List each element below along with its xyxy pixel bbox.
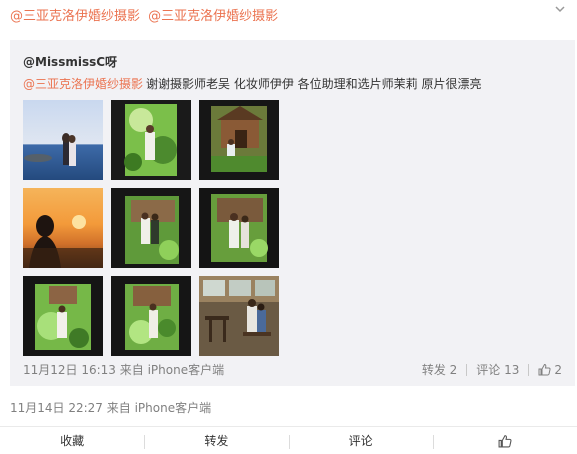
quoted-comment-button[interactable]: 评论 13 bbox=[476, 361, 519, 378]
photo-grid bbox=[23, 100, 279, 356]
thumbs-up-icon bbox=[498, 434, 512, 448]
photo-cafe-couple[interactable] bbox=[199, 276, 279, 356]
photo-green-screen-2[interactable] bbox=[111, 188, 191, 268]
photo-green-screen-3[interactable] bbox=[199, 188, 279, 268]
repost-chain: @三亚克洛伊婚纱摄影 @三亚克洛伊婚纱摄影 bbox=[10, 5, 282, 24]
quoted-like-count: 2 bbox=[554, 362, 562, 377]
photo-sunset-silhouette[interactable] bbox=[23, 188, 103, 268]
quoted-mention-link[interactable]: @三亚克洛伊婚纱摄影 bbox=[23, 77, 143, 91]
photo-wooden-house[interactable] bbox=[199, 100, 279, 180]
favorite-button[interactable]: 收藏 bbox=[0, 427, 144, 454]
photo-green-screen-5[interactable] bbox=[111, 276, 191, 356]
quoted-post-body: 谢谢摄影师老吴 化妆师伊伊 各位助理和选片师茉莉 原片很漂亮 bbox=[146, 77, 482, 91]
photo-green-screen-1[interactable] bbox=[111, 100, 191, 180]
quoted-repost-button[interactable]: 转发 2 bbox=[422, 361, 457, 378]
photo-beach-couple[interactable] bbox=[23, 100, 103, 180]
quoted-author-link[interactable]: @MissmissC呀 bbox=[23, 53, 117, 70]
divider bbox=[466, 363, 468, 376]
quoted-post-text: @三亚克洛伊婚纱摄影 谢谢摄影师老吴 化妆师伊伊 各位助理和选片师茉莉 原片很漂亮 bbox=[23, 75, 481, 92]
quoted-like-button[interactable]: 2 bbox=[538, 363, 562, 377]
post-action-bar: 收藏 转发 评论 bbox=[0, 426, 577, 454]
comment-button[interactable]: 评论 bbox=[288, 427, 433, 454]
repost-mention-link-2[interactable]: @三亚克洛伊婚纱摄影 bbox=[148, 9, 278, 24]
quoted-post: @MissmissC呀 @三亚克洛伊婚纱摄影 谢谢摄影师老吴 化妆师伊伊 各位助理… bbox=[10, 40, 575, 386]
quoted-post-timestamp[interactable]: 11月12日 16:13 来自 iPhone客户端 bbox=[23, 361, 224, 378]
divider bbox=[528, 363, 530, 376]
photo-green-screen-4[interactable] bbox=[23, 276, 103, 356]
chevron-down-icon[interactable] bbox=[553, 2, 567, 16]
like-button[interactable] bbox=[432, 427, 577, 454]
repost-button[interactable]: 转发 bbox=[144, 427, 288, 454]
repost-mention-link-1[interactable]: @三亚克洛伊婚纱摄影 bbox=[10, 9, 140, 24]
quoted-post-actions: 转发 2 评论 13 2 bbox=[422, 361, 562, 378]
thumbs-up-icon bbox=[538, 363, 551, 376]
post-timestamp[interactable]: 11月14日 22:27 来自 iPhone客户端 bbox=[10, 399, 211, 416]
